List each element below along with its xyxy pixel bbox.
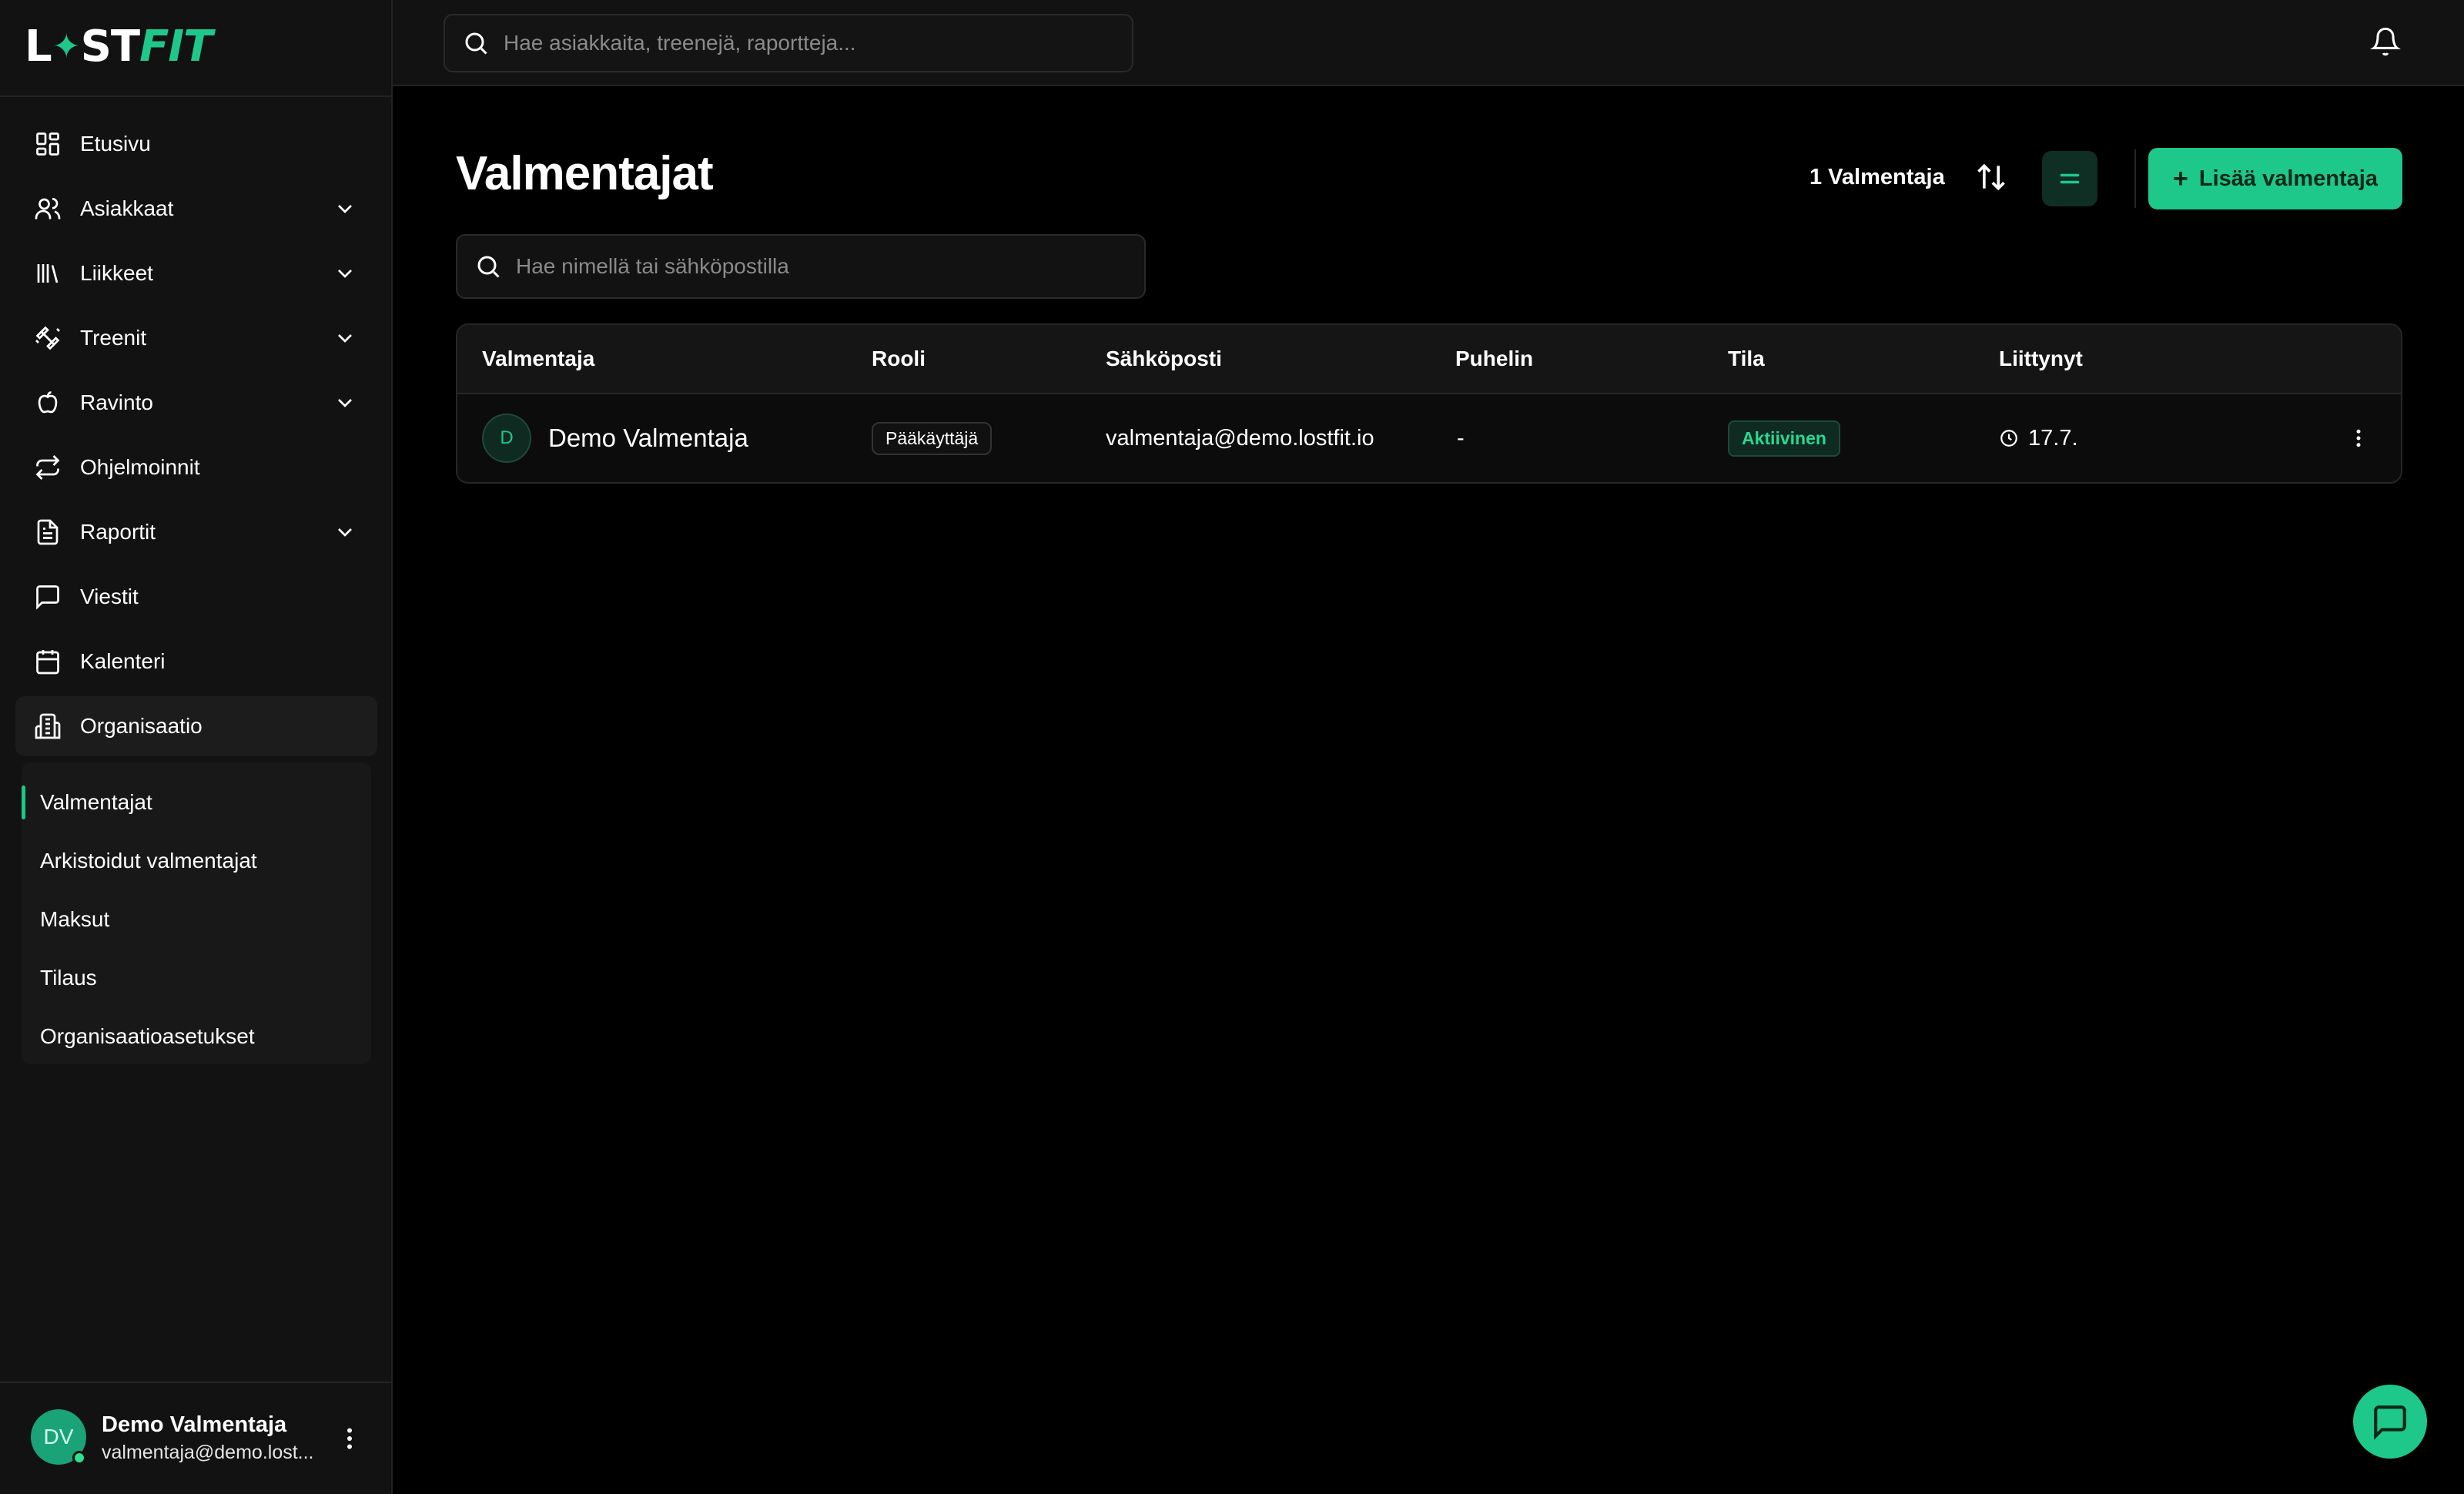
list-view-toggle[interactable] <box>2042 151 2097 206</box>
sidebar-item-viestit[interactable]: Viestit <box>15 567 377 627</box>
role-badge: Pääkäyttäjä <box>872 421 993 455</box>
sidebar-item-kalenteri[interactable]: Kalenteri <box>15 631 377 692</box>
more-vertical-icon[interactable] <box>2347 423 2370 454</box>
sidebar-item-label: Treenit <box>80 326 147 350</box>
sidebar-item-etusivu[interactable]: Etusivu <box>15 114 377 174</box>
role-cell: Pääkäyttäjä <box>872 394 993 482</box>
repeat-icon <box>34 454 62 481</box>
message-square-icon <box>2374 1405 2406 1440</box>
chevron-down-icon[interactable] <box>333 196 357 221</box>
sort-arrows-icon[interactable] <box>1974 160 2008 194</box>
building-icon <box>34 712 62 740</box>
sidebar-item-label: Raportit <box>80 520 156 544</box>
status-cell: Aktiivinen <box>1728 394 1840 482</box>
user-name: Demo Valmentaja <box>102 1412 287 1437</box>
chevron-down-icon[interactable] <box>333 390 357 415</box>
online-status-indicator <box>72 1451 86 1465</box>
dumbbell-icon <box>34 324 62 352</box>
subnav-item-arkistoidut-valmentajat[interactable]: Arkistoidut valmentajat <box>22 832 371 890</box>
chevron-down-icon[interactable] <box>333 520 357 544</box>
logo-text-mid: ST <box>80 21 141 72</box>
logo-text-left: L <box>25 21 52 72</box>
coach-search-input[interactable] <box>516 254 1132 279</box>
sidebar-item-label: Liikkeet <box>80 261 153 285</box>
chevron-down-icon[interactable] <box>333 326 357 350</box>
coach-search[interactable] <box>456 234 1146 299</box>
logo-text-right: FIT <box>139 21 213 72</box>
sidebar-item-label: Etusivu <box>80 132 151 156</box>
table-header: Valmentaja Rooli Sähköposti Puhelin Tila… <box>457 325 2401 394</box>
add-coach-label: Lisää valmentaja <box>2198 166 2378 191</box>
sidebar-item-organisaatio[interactable]: Organisaatio <box>15 696 377 756</box>
subnav-item-valmentajat[interactable]: Valmentajat <box>22 773 371 832</box>
sidebar: L ✦ ST FIT Etusivu Asiakkaat Liikkeet Treen… <box>0 0 393 1494</box>
divider <box>2134 149 2136 208</box>
joined-date: 17.7. <box>2028 425 2078 451</box>
joined-cell: 17.7. <box>1999 394 2078 482</box>
clock-icon <box>2000 430 2017 447</box>
more-vertical-icon[interactable] <box>336 1423 363 1454</box>
coach-name[interactable]: Demo Valmentaja <box>548 424 748 453</box>
calendar-icon <box>34 648 62 675</box>
users-icon <box>34 195 62 223</box>
sidebar-item-asiakkaat[interactable]: Asiakkaat <box>15 179 377 239</box>
lostfit-logo[interactable]: L ✦ ST FIT <box>25 21 213 72</box>
sidebar-item-liikkeet[interactable]: Liikkeet <box>15 243 377 303</box>
sidebar-item-ohjelmoinnit[interactable]: Ohjelmoinnit <box>15 437 377 497</box>
column-header-sahkoposti[interactable]: Sähköposti <box>1106 347 1222 371</box>
coach-email: valmentaja@demo.lostfit.io <box>1106 425 1374 451</box>
user-profile[interactable]: DV Demo Valmentaja valmentaja@demo.lost.… <box>0 1382 393 1494</box>
sidebar-item-label: Ravinto <box>80 390 153 414</box>
search-icon <box>465 32 487 55</box>
sidebar-item-label: Viestit <box>80 585 139 608</box>
coach-phone: - <box>1457 425 1465 451</box>
sidebar-item-label: Kalenteri <box>80 649 166 673</box>
chat-button[interactable] <box>2353 1385 2427 1459</box>
column-header-puhelin[interactable]: Puhelin <box>1455 347 1533 371</box>
dashboard-icon <box>34 130 62 158</box>
sidebar-item-raportit[interactable]: Raportit <box>15 502 377 562</box>
divider <box>0 95 393 97</box>
message-square-icon <box>34 583 62 611</box>
subnav-item-organisaatioasetukset[interactable]: Organisaatioasetukset <box>22 1007 371 1066</box>
chevron-down-icon[interactable] <box>333 261 357 286</box>
equal-icon <box>2060 173 2080 184</box>
column-header-rooli[interactable]: Rooli <box>872 347 926 371</box>
status-badge: Aktiivinen <box>1728 420 1840 457</box>
user-email: valmentaja@demo.lost... <box>102 1442 314 1463</box>
search-icon <box>477 256 500 278</box>
coaches-table: Valmentaja Rooli Sähköposti Puhelin Tila… <box>456 323 2402 484</box>
add-coach-button[interactable]: + Lisää valmentaja <box>2148 148 2402 209</box>
subnav-item-tilaus[interactable]: Tilaus <box>22 949 371 1007</box>
file-text-icon <box>34 518 62 546</box>
row-actions <box>2347 394 2370 482</box>
organisation-subnav: Valmentajat Arkistoidut valmentajat Maks… <box>22 762 371 1064</box>
coach-cell: D Demo Valmentaja <box>482 394 748 482</box>
sidebar-item-ravinto[interactable]: Ravinto <box>15 373 377 433</box>
sidebar-item-treenit[interactable]: Treenit <box>15 308 377 368</box>
table-row[interactable]: D Demo Valmentaja Pääkäyttäjä valmentaja… <box>457 394 2401 482</box>
apple-icon <box>34 389 62 417</box>
avatar: D <box>482 414 531 463</box>
plus-icon: + <box>2173 163 2188 193</box>
sidebar-item-label: Organisaatio <box>80 714 203 738</box>
logo-star-icon: ✦ <box>52 26 81 66</box>
column-header-valmentaja[interactable]: Valmentaja <box>482 347 594 371</box>
top-bar <box>393 0 2464 86</box>
page-title: Valmentajat <box>456 147 714 200</box>
column-header-liittynyt[interactable]: Liittynyt <box>1999 347 2083 371</box>
bell-icon[interactable] <box>2370 26 2401 57</box>
library-icon <box>34 260 62 287</box>
sidebar-nav: Etusivu Asiakkaat Liikkeet Treenit Ravin… <box>15 114 377 761</box>
global-search-input[interactable] <box>504 31 1120 55</box>
subnav-item-maksut[interactable]: Maksut <box>22 890 371 949</box>
coach-count: 1 Valmentaja <box>1810 165 1945 189</box>
sidebar-item-label: Asiakkaat <box>80 196 174 220</box>
column-header-tila[interactable]: Tila <box>1728 347 1765 371</box>
sidebar-item-label: Ohjelmoinnit <box>80 455 200 479</box>
global-search[interactable] <box>444 14 1133 72</box>
